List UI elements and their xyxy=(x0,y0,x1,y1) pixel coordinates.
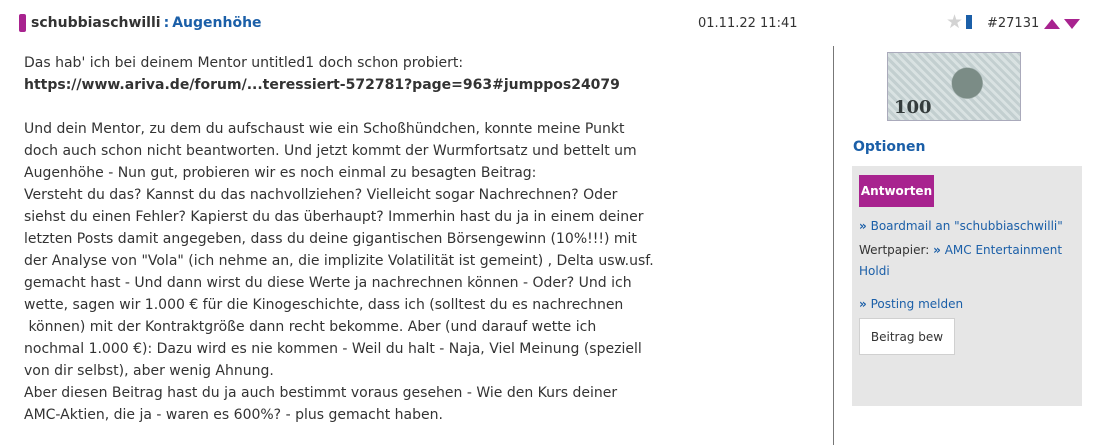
post-line: der Analyse von "Vola" (ich nehme an, di… xyxy=(24,253,654,269)
title-separator: : xyxy=(163,15,170,31)
username-link[interactable]: schubbiaschwilli xyxy=(31,15,161,31)
post-number[interactable]: #27131 xyxy=(987,16,1039,31)
wertpapier-link[interactable]: AMC Entertainment xyxy=(945,243,1062,257)
rate-post-button[interactable]: Beitrag bew xyxy=(859,318,955,355)
post-line: Aber diesen Beitrag hast du ja auch best… xyxy=(24,385,618,401)
post-line: letzten Posts damit angegeben, dass du d… xyxy=(24,231,637,247)
post-header: schubbiaschwilli: Augenhöhe 01.11.22 11:4… xyxy=(0,0,1113,46)
wertpapier-label: Wertpapier: xyxy=(859,243,930,257)
avatar-banknote-value: 100 xyxy=(894,97,932,118)
wertpapier-row-cont: Holdi xyxy=(859,261,890,282)
post-line: Versteht du das? Kannst du das nachvollz… xyxy=(24,187,618,203)
post-line: wette, sagen wir 1.000 € für die Kinoges… xyxy=(24,297,624,313)
post-title: schubbiaschwilli: Augenhöhe xyxy=(31,15,262,31)
post-date: 01.11.22 11:41 xyxy=(698,16,798,31)
arrow-up-icon[interactable] xyxy=(1044,19,1060,29)
report-row: » Posting melden xyxy=(859,294,963,315)
post-line: nochmal 1.000 €): Dazu wird es nie komme… xyxy=(24,341,642,357)
post-line: von dir selbst), aber wenig Ahnung. xyxy=(24,363,274,379)
arrow-down-icon[interactable] xyxy=(1064,19,1080,29)
post-line: Und dein Mentor, zu dem du aufschaust wi… xyxy=(24,121,625,137)
arrow-right-icon: » xyxy=(933,243,941,257)
wertpapier-row: Wertpapier: » AMC Entertainment xyxy=(859,240,1062,261)
post-line: doch auch schon nicht beantworten. Und j… xyxy=(24,143,637,159)
post-line: Augenhöhe - Nun gut, probieren wir es no… xyxy=(24,165,537,181)
options-panel: Antworten » Boardmail an "schubbiaschwil… xyxy=(852,166,1082,406)
wertpapier-link-cont[interactable]: Holdi xyxy=(859,264,890,278)
boardmail-row: » Boardmail an "schubbiaschwilli" xyxy=(859,216,1063,237)
bookmark-bar-icon xyxy=(966,15,972,29)
post-url-link[interactable]: https://www.ariva.de/forum/...teressiert… xyxy=(24,77,620,93)
post-line: gemacht hast - Und dann wirst du diese W… xyxy=(24,275,632,291)
report-post-link[interactable]: Posting melden xyxy=(871,297,964,311)
column-divider xyxy=(833,46,834,445)
star-icon[interactable]: ★ xyxy=(946,12,963,32)
post-line: können) mit der Kontraktgröße dann recht… xyxy=(24,319,597,335)
post-body: Das hab' ich bei deinem Mentor untitled1… xyxy=(24,52,814,426)
arrow-right-icon: » xyxy=(859,297,867,311)
avatar[interactable]: 100 xyxy=(887,52,1021,121)
thread-title-link[interactable]: Augenhöhe xyxy=(172,15,261,31)
post-intro: Das hab' ich bei deinem Mentor untitled1… xyxy=(24,55,464,71)
post-line: AMC-Aktien, die ja - waren es 600%? - pl… xyxy=(24,407,443,423)
user-color-marker xyxy=(19,14,26,32)
reply-button[interactable]: Antworten xyxy=(859,175,934,207)
arrow-right-icon: » xyxy=(859,219,867,233)
boardmail-link[interactable]: Boardmail an "schubbiaschwilli" xyxy=(871,219,1063,233)
post-line: siehst du einen Fehler? Kapierst du das … xyxy=(24,209,644,225)
options-title: Optionen xyxy=(853,139,926,155)
